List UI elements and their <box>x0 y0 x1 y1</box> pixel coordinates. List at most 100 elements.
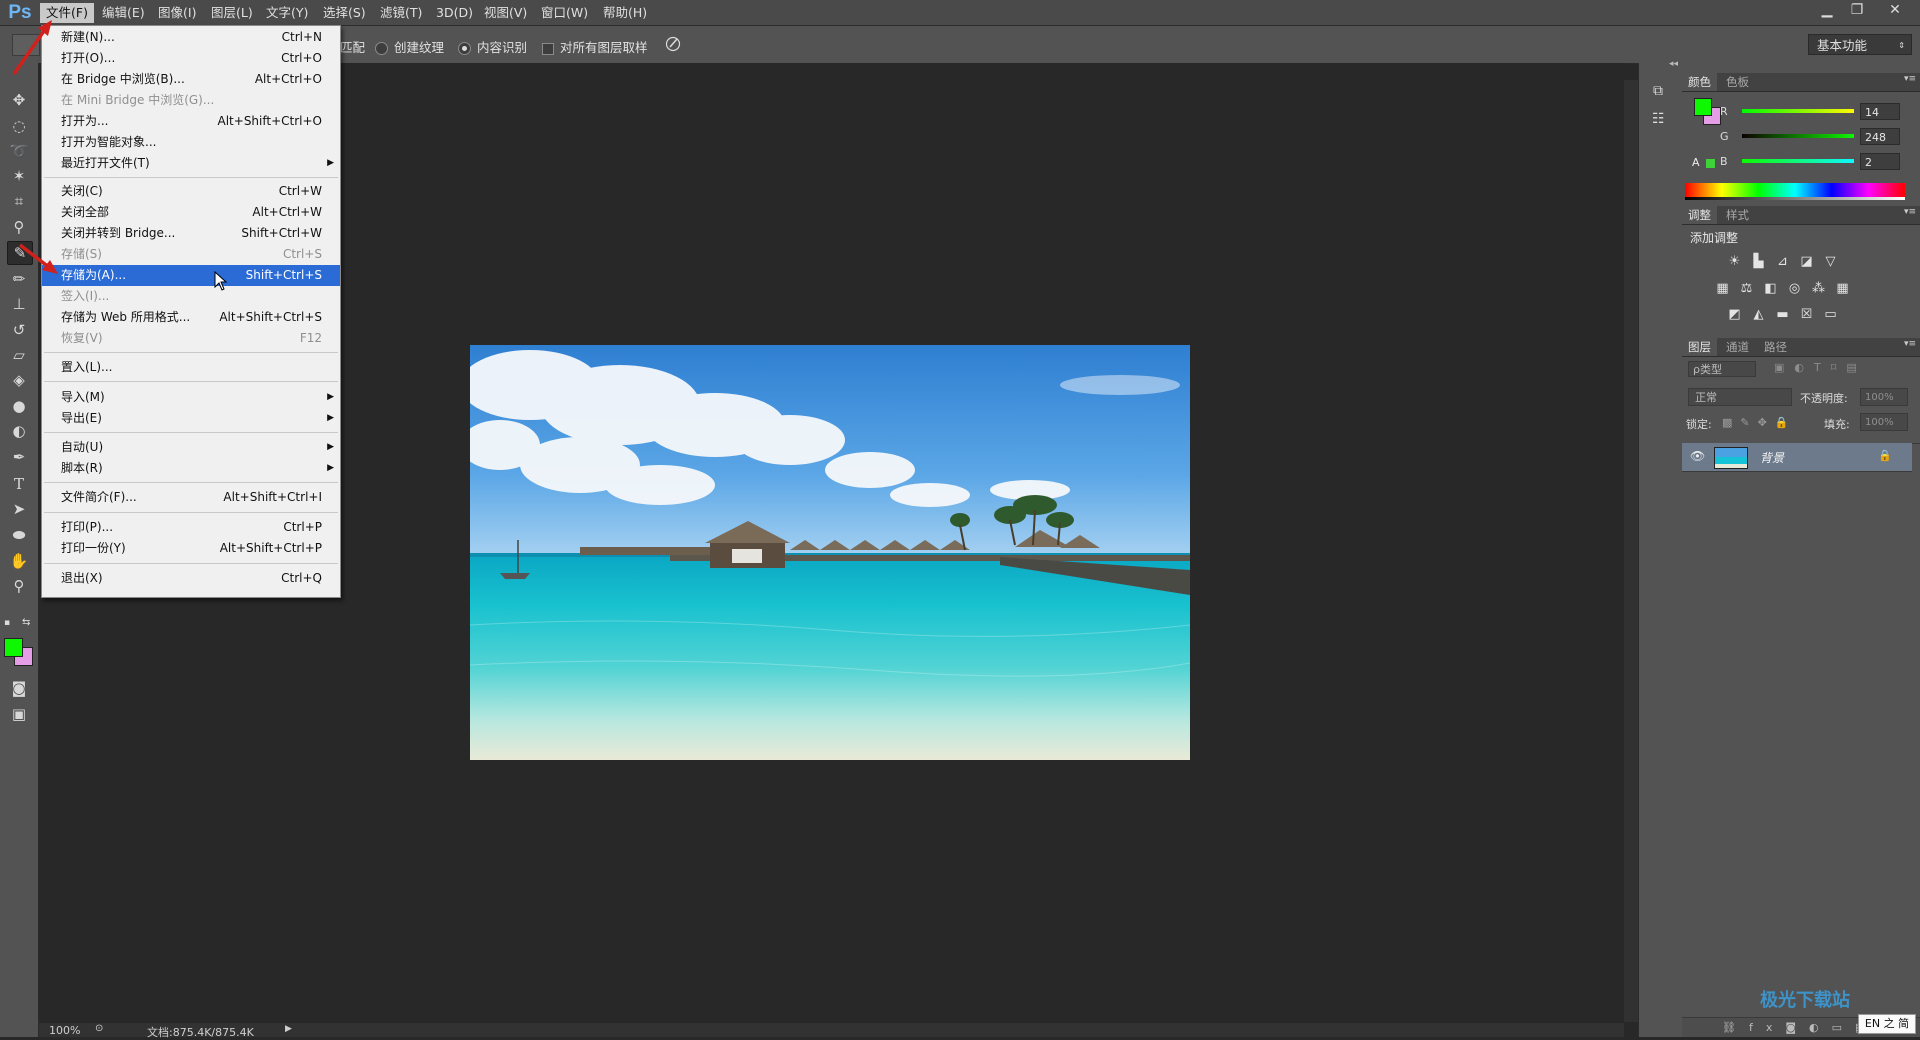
menu-help[interactable]: 帮助(H) <box>597 3 653 23</box>
green-track[interactable] <box>1742 134 1854 138</box>
red-track[interactable] <box>1742 109 1854 113</box>
hue-saturation-icon[interactable]: ▦ <box>1714 282 1731 296</box>
document-image[interactable] <box>470 345 1190 760</box>
green-slider[interactable]: G 248 <box>1720 128 1920 148</box>
exposure-icon[interactable]: ◪ <box>1798 255 1815 269</box>
menu-item-print[interactable]: 打印(P)... Ctrl+P <box>42 517 340 538</box>
red-slider[interactable]: R 14 <box>1720 103 1920 123</box>
menu-item-browse-bridge[interactable]: 在 Bridge 中浏览(B)... Alt+Ctrl+O <box>42 69 340 90</box>
properties-panel-icon[interactable]: ☷ <box>1652 111 1665 127</box>
menu-item-place[interactable]: 置入(L)... <box>42 357 340 378</box>
menu-item-automate[interactable]: 自动(U) ▶ <box>42 437 340 458</box>
foreground-color-swatch[interactable] <box>4 638 23 657</box>
swap-colors-icon[interactable]: ⇆ <box>22 617 34 629</box>
menu-item-recent-files[interactable]: 最近打开文件(T) ▶ <box>42 153 340 174</box>
minimize-button[interactable]: ▁ <box>1812 0 1842 20</box>
option-sample-all-layers[interactable]: 对所有图层取样 <box>542 37 648 56</box>
hand-tool-icon[interactable]: ✋ <box>7 550 31 572</box>
channel-mixer-icon[interactable]: ⁂ <box>1810 282 1827 296</box>
gradient-map-icon[interactable]: ▭ <box>1822 308 1839 322</box>
out-of-gamut-warning-icon[interactable]: A <box>1692 156 1700 169</box>
zoom-level[interactable]: 100% <box>49 1024 80 1037</box>
radio-content-aware[interactable] <box>458 42 471 55</box>
paint-bucket-tool-icon[interactable]: ◈ <box>7 369 31 391</box>
radio-create-texture[interactable] <box>375 42 388 55</box>
green-value[interactable]: 248 <box>1860 128 1900 145</box>
visibility-eye-icon[interactable]: 👁 <box>1690 449 1705 463</box>
marquee-tool-icon[interactable]: ◌ <box>7 115 31 137</box>
menu-filter[interactable]: 滤镜(T) <box>374 3 428 23</box>
panel-foreground-swatch[interactable] <box>1694 98 1712 116</box>
collapse-dock-icon[interactable]: ◂◂ <box>1669 59 1678 69</box>
menu-item-open-smart-object[interactable]: 打开为智能对象... <box>42 132 340 153</box>
invert-icon[interactable]: ◩ <box>1726 308 1743 322</box>
shape-tool-icon[interactable]: ⬬ <box>7 524 31 546</box>
menu-image[interactable]: 图像(I) <box>152 3 202 23</box>
photo-filter-icon[interactable]: ◎ <box>1786 282 1803 296</box>
tab-styles[interactable]: 样式 <box>1720 206 1755 224</box>
menu-window[interactable]: 窗口(W) <box>535 3 594 23</box>
blur-tool-icon[interactable]: ● <box>7 395 31 417</box>
default-colors-icon[interactable]: ▪ <box>4 618 16 630</box>
option-create-texture[interactable]: 创建纹理 <box>375 37 444 56</box>
layer-filter-icons[interactable]: ▣◐T⌑▤ <box>1774 361 1867 374</box>
history-panel-icon[interactable]: ⧉ <box>1653 83 1663 99</box>
clone-stamp-tool-icon[interactable]: ⊥ <box>7 293 31 315</box>
menu-item-save-for-web[interactable]: 存储为 Web 所用格式... Alt+Shift+Ctrl+S <box>42 307 340 328</box>
layer-filter-kind[interactable]: ρ类型 <box>1688 361 1756 377</box>
menu-file[interactable]: 文件(F) <box>40 3 94 23</box>
tool-preset-picker[interactable] <box>12 34 40 56</box>
color-balance-icon[interactable]: ⚖ <box>1738 282 1755 296</box>
posterize-icon[interactable]: ◭ <box>1750 308 1767 322</box>
menu-item-file-info[interactable]: 文件简介(F)... Alt+Shift+Ctrl+I <box>42 487 340 508</box>
menu-item-print-one-copy[interactable]: 打印一份(Y) Alt+Shift+Ctrl+P <box>42 538 340 559</box>
tab-adjustments[interactable]: 调整 <box>1682 206 1717 224</box>
menu-item-open[interactable]: 打开(O)... Ctrl+O <box>42 48 340 69</box>
eyedropper-tool-icon[interactable]: ⚲ <box>7 216 31 238</box>
vibrance-icon[interactable]: ▽ <box>1822 255 1839 269</box>
menu-item-save-as[interactable]: 存储为(A)... Shift+Ctrl+S <box>42 265 340 286</box>
workspace-switcher[interactable]: 基本功能 ⇕ <box>1808 34 1912 55</box>
pressure-brush-icon[interactable] <box>664 35 682 53</box>
history-brush-tool-icon[interactable]: ↺ <box>7 319 31 341</box>
menu-item-scripts[interactable]: 脚本(R) ▶ <box>42 458 340 479</box>
layer-name[interactable]: 背景 <box>1760 449 1784 466</box>
menu-item-close-all[interactable]: 关闭全部 Alt+Ctrl+W <box>42 202 340 223</box>
restore-button[interactable]: ❐ <box>1842 0 1872 20</box>
grayscale-ramp[interactable] <box>1685 197 1905 200</box>
screen-mode-icon[interactable]: ▣ <box>7 703 31 725</box>
brush-tool-icon[interactable]: ✏ <box>7 268 31 290</box>
status-menu-arrow-icon[interactable]: ▶ <box>285 1024 292 1034</box>
levels-icon[interactable]: ▙ <box>1750 255 1767 269</box>
ime-indicator[interactable]: EN 之 简 <box>1858 1014 1916 1034</box>
menu-item-new[interactable]: 新建(N)... Ctrl+N <box>42 27 340 48</box>
lasso-tool-icon[interactable]: ➰ <box>7 140 31 162</box>
crop-tool-icon[interactable]: ⌗ <box>7 190 31 212</box>
path-selection-tool-icon[interactable]: ➤ <box>7 498 31 520</box>
quick-mask-icon[interactable]: ◙ <box>7 677 31 699</box>
magic-wand-tool-icon[interactable]: ✶ <box>7 165 31 187</box>
close-button[interactable]: ✕ <box>1880 0 1910 20</box>
menu-item-exit[interactable]: 退出(X) Ctrl+Q <box>42 568 340 589</box>
menu-select[interactable]: 选择(S) <box>317 3 372 23</box>
brightness-icon[interactable]: ☀ <box>1726 255 1743 269</box>
red-value[interactable]: 14 <box>1860 103 1900 120</box>
panel-menu-icon[interactable]: ▾≡ <box>1904 74 1916 84</box>
lock-options-icons[interactable]: ▩✎✥🔒 <box>1722 416 1797 429</box>
layer-row-background[interactable]: 👁 背景 🔒 <box>1682 443 1912 472</box>
curves-icon[interactable]: ⊿ <box>1774 255 1791 269</box>
color-spectrum-ramp[interactable] <box>1685 183 1905 197</box>
blue-value[interactable]: 2 <box>1860 153 1900 170</box>
menu-item-close[interactable]: 关闭(C) Ctrl+W <box>42 181 340 202</box>
status-options-icon[interactable]: ⊙ <box>95 1023 103 1034</box>
color-lookup-icon[interactable]: ▦ <box>1834 282 1851 296</box>
blue-track[interactable] <box>1742 159 1854 163</box>
panel-menu-icon[interactable]: ▾≡ <box>1904 207 1916 217</box>
menu-type[interactable]: 文字(Y) <box>260 3 314 23</box>
tab-paths[interactable]: 路径 <box>1758 338 1793 356</box>
tab-channels[interactable]: 通道 <box>1720 338 1755 356</box>
option-content-aware[interactable]: 内容识别 <box>458 37 527 56</box>
blue-slider[interactable]: B 2 <box>1720 153 1920 173</box>
selective-color-icon[interactable]: ☒ <box>1798 308 1815 322</box>
dodge-tool-icon[interactable]: ◐ <box>7 420 31 442</box>
